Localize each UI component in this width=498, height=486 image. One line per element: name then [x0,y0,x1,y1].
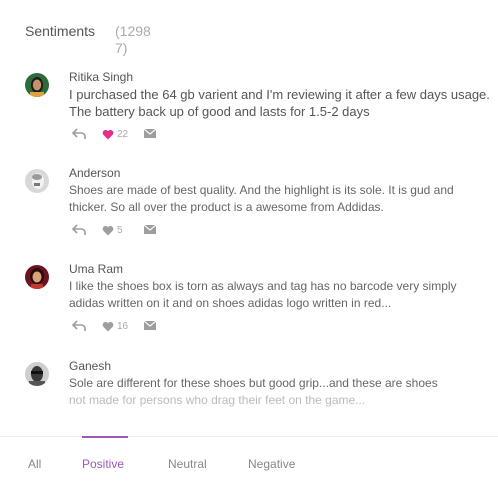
review-text-line-faded: not made for persons who drag their feet… [69,393,366,407]
like-count: 5 [117,224,123,236]
sentiment-count: (12987) [115,23,151,56]
reply-icon[interactable] [72,224,86,236]
avatar[interactable] [25,73,49,97]
tab-positive[interactable]: Positive [82,457,124,471]
heart-icon [102,129,114,139]
page-title: Sentiments [25,23,96,39]
tab-negative[interactable]: Negative [248,457,295,471]
like-count: 16 [117,320,129,332]
avatar[interactable] [25,169,49,193]
like-button[interactable]: 16 [102,320,128,332]
reviewer-name[interactable]: Ritika Singh [69,70,133,84]
sentiment-tabs: All Positive Neutral Negative [0,436,498,486]
reply-icon[interactable] [72,128,86,140]
heart-icon [102,321,114,331]
review-text: Sole are different for these shoes but g… [69,375,494,409]
reviewer-name[interactable]: Uma Ram [69,262,123,276]
mail-icon[interactable] [144,321,156,330]
avatar[interactable] [25,265,49,289]
reply-icon[interactable] [72,320,86,332]
like-button[interactable]: 5 [102,224,123,236]
review-text: Shoes are made of best quality. And the … [69,183,454,214]
like-count: 22 [117,128,129,140]
heart-icon [102,225,114,235]
mail-icon[interactable] [144,129,156,138]
tab-all[interactable]: All [28,457,41,471]
review-text: I like the shoes box is torn as always a… [69,279,457,310]
active-tab-indicator [82,436,128,438]
tab-neutral[interactable]: Neutral [168,457,207,471]
avatar[interactable] [25,362,49,386]
review-text-line: Sole are different for these shoes but g… [69,376,438,390]
like-button[interactable]: 22 [102,128,128,140]
mail-icon[interactable] [144,225,156,234]
reviewer-name[interactable]: Ganesh [69,359,111,373]
review-text: I purchased the 64 gb varient and I'm re… [69,87,490,119]
reviewer-name[interactable]: Anderson [69,166,120,180]
